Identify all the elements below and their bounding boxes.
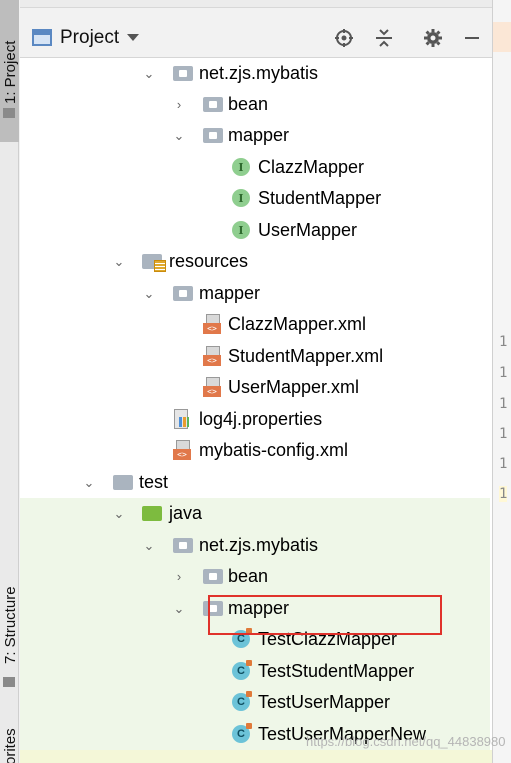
- tree-row-package[interactable]: ⌄ net.zjs.mybatis: [20, 58, 492, 89]
- left-tool-strip: 1: Project 7: Structure orites: [0, 0, 19, 763]
- tree-row-xml-file[interactable]: mybatis-config.xml: [20, 435, 492, 466]
- tree-item-label: net.zjs.mybatis: [199, 63, 319, 83]
- settings-gear-icon[interactable]: [421, 26, 445, 50]
- tree-item-label: net.zjs.mybatis: [199, 535, 319, 555]
- project-tool-icon: [3, 108, 15, 118]
- package-folder-icon: [173, 538, 193, 553]
- tree-row-test-class[interactable]: C TestStudentMapper: [20, 656, 492, 687]
- tree-row-interface[interactable]: I ClazzMapper: [20, 152, 492, 183]
- interface-icon: I: [232, 158, 250, 176]
- xml-file-icon: [203, 314, 221, 334]
- line-number: 1: [499, 426, 508, 442]
- line-number: 1: [499, 456, 508, 472]
- expanded-arrow-icon[interactable]: ⌄: [81, 475, 97, 491]
- tree-item-label: StudentMapper: [258, 188, 382, 208]
- tree-row-package[interactable]: ⌄ net.zjs.mybatis: [20, 530, 492, 561]
- test-class-icon: C: [232, 723, 252, 743]
- tree-item-label: ClazzMapper: [258, 157, 365, 177]
- tree-item-label: StudentMapper.xml: [228, 346, 384, 366]
- tree-row-interface[interactable]: I UserMapper: [20, 215, 492, 246]
- project-panel-header: Project: [20, 18, 492, 58]
- package-folder-icon: [203, 97, 223, 112]
- favorites-tool-tab[interactable]: orites: [0, 715, 19, 763]
- xml-file-icon: [203, 346, 221, 366]
- tree-row-properties-file[interactable]: log4j.properties: [20, 404, 492, 435]
- tree-item-label: UserMapper.xml: [228, 377, 360, 397]
- project-tool-tab[interactable]: 1: Project: [0, 0, 19, 142]
- tree-item-label: mapper: [199, 283, 261, 303]
- editor-tab-edge[interactable]: [493, 22, 511, 52]
- tree-row-folder[interactable]: ⌄ mapper: [20, 278, 492, 309]
- hide-panel-icon[interactable]: [460, 26, 484, 50]
- xml-file-icon: [173, 440, 191, 460]
- line-number: 1: [499, 486, 508, 502]
- tree-row-resources[interactable]: ⌄ resources: [20, 246, 492, 277]
- tree-row-package[interactable]: › bean: [20, 561, 492, 592]
- expanded-arrow-icon[interactable]: ⌄: [141, 538, 157, 554]
- expanded-arrow-icon[interactable]: ⌄: [141, 286, 157, 302]
- editor-gutter-strip: 1 1 1 1 1 1: [492, 0, 511, 763]
- collapse-all-icon[interactable]: [372, 26, 396, 50]
- tree-row-folder[interactable]: ⌄ test: [20, 467, 492, 498]
- collapsed-arrow-icon[interactable]: ›: [171, 569, 187, 585]
- expanded-arrow-icon[interactable]: ⌄: [111, 254, 127, 270]
- line-number: 1: [499, 365, 508, 381]
- tree-row-xml-file[interactable]: ClazzMapper.xml: [20, 309, 492, 340]
- package-folder-icon: [173, 286, 193, 301]
- navigation-bar: [20, 0, 492, 8]
- interface-icon: I: [232, 189, 250, 207]
- resources-folder-icon: [142, 254, 166, 272]
- tree-row-test-source[interactable]: ⌄ java: [20, 498, 492, 529]
- tree-row-test-class[interactable]: C TestUserMapper: [20, 687, 492, 718]
- structure-tool-tab[interactable]: 7: Structure: [0, 566, 19, 676]
- xml-file-icon: [203, 377, 221, 397]
- tree-item-label: log4j.properties: [199, 409, 323, 429]
- folder-icon: [113, 475, 133, 490]
- tree-row-xml-file[interactable]: UserMapper.xml: [20, 372, 492, 403]
- tree-item-label: resources: [169, 251, 249, 271]
- tree-item-label: TestStudentMapper: [258, 661, 415, 681]
- tree-row-interface[interactable]: I StudentMapper: [20, 183, 492, 214]
- panel-title[interactable]: Project: [60, 27, 119, 49]
- package-folder-icon: [203, 569, 223, 584]
- tree-item-label: bean: [228, 566, 269, 586]
- interface-icon: I: [232, 221, 250, 239]
- package-folder-icon: [203, 128, 223, 143]
- tree-item-label: java: [169, 503, 203, 523]
- tree-item-label: TestUserMapper: [258, 692, 391, 712]
- tree-item-label: UserMapper: [258, 220, 358, 240]
- line-number: 1: [499, 334, 508, 350]
- test-class-icon: C: [232, 691, 252, 711]
- tree-item-label: mapper: [228, 125, 290, 145]
- project-tool-tab-label: 1: Project: [2, 40, 19, 104]
- package-folder-icon: [173, 66, 193, 81]
- watermark-text: https://blog.csdn.net/qq_44838980: [306, 734, 506, 749]
- test-source-folder-icon: [142, 506, 162, 521]
- structure-tool-icon: [3, 677, 15, 687]
- locate-icon[interactable]: [332, 26, 356, 50]
- project-view-icon: [32, 29, 52, 46]
- project-tree: ⌄ net.zjs.mybatis › bean ⌄ mapper I Claz…: [20, 58, 492, 763]
- tree-item-label: mybatis-config.xml: [199, 440, 349, 460]
- structure-tool-tab-label: 7: Structure: [2, 586, 19, 664]
- bottom-partial-row: [20, 750, 492, 763]
- tree-row-xml-file[interactable]: StudentMapper.xml: [20, 341, 492, 372]
- view-dropdown-icon[interactable]: [127, 34, 140, 41]
- favorites-tool-tab-label: orites: [2, 728, 19, 763]
- test-class-icon: C: [232, 660, 252, 680]
- tree-item-label: test: [139, 472, 169, 492]
- tree-row-package[interactable]: › bean: [20, 89, 492, 120]
- tree-item-label: ClazzMapper.xml: [228, 314, 367, 334]
- properties-file-icon: [173, 409, 191, 429]
- line-number: 1: [499, 396, 508, 412]
- tree-item-label: bean: [228, 94, 269, 114]
- expanded-arrow-icon[interactable]: ⌄: [171, 601, 187, 617]
- collapsed-arrow-icon[interactable]: ›: [171, 97, 187, 113]
- tree-row-package[interactable]: ⌄ mapper: [20, 120, 492, 151]
- highlight-annotation-box: [208, 595, 442, 635]
- expanded-arrow-icon[interactable]: ⌄: [111, 506, 127, 522]
- expanded-arrow-icon[interactable]: ⌄: [171, 128, 187, 144]
- expanded-arrow-icon[interactable]: ⌄: [141, 66, 157, 82]
